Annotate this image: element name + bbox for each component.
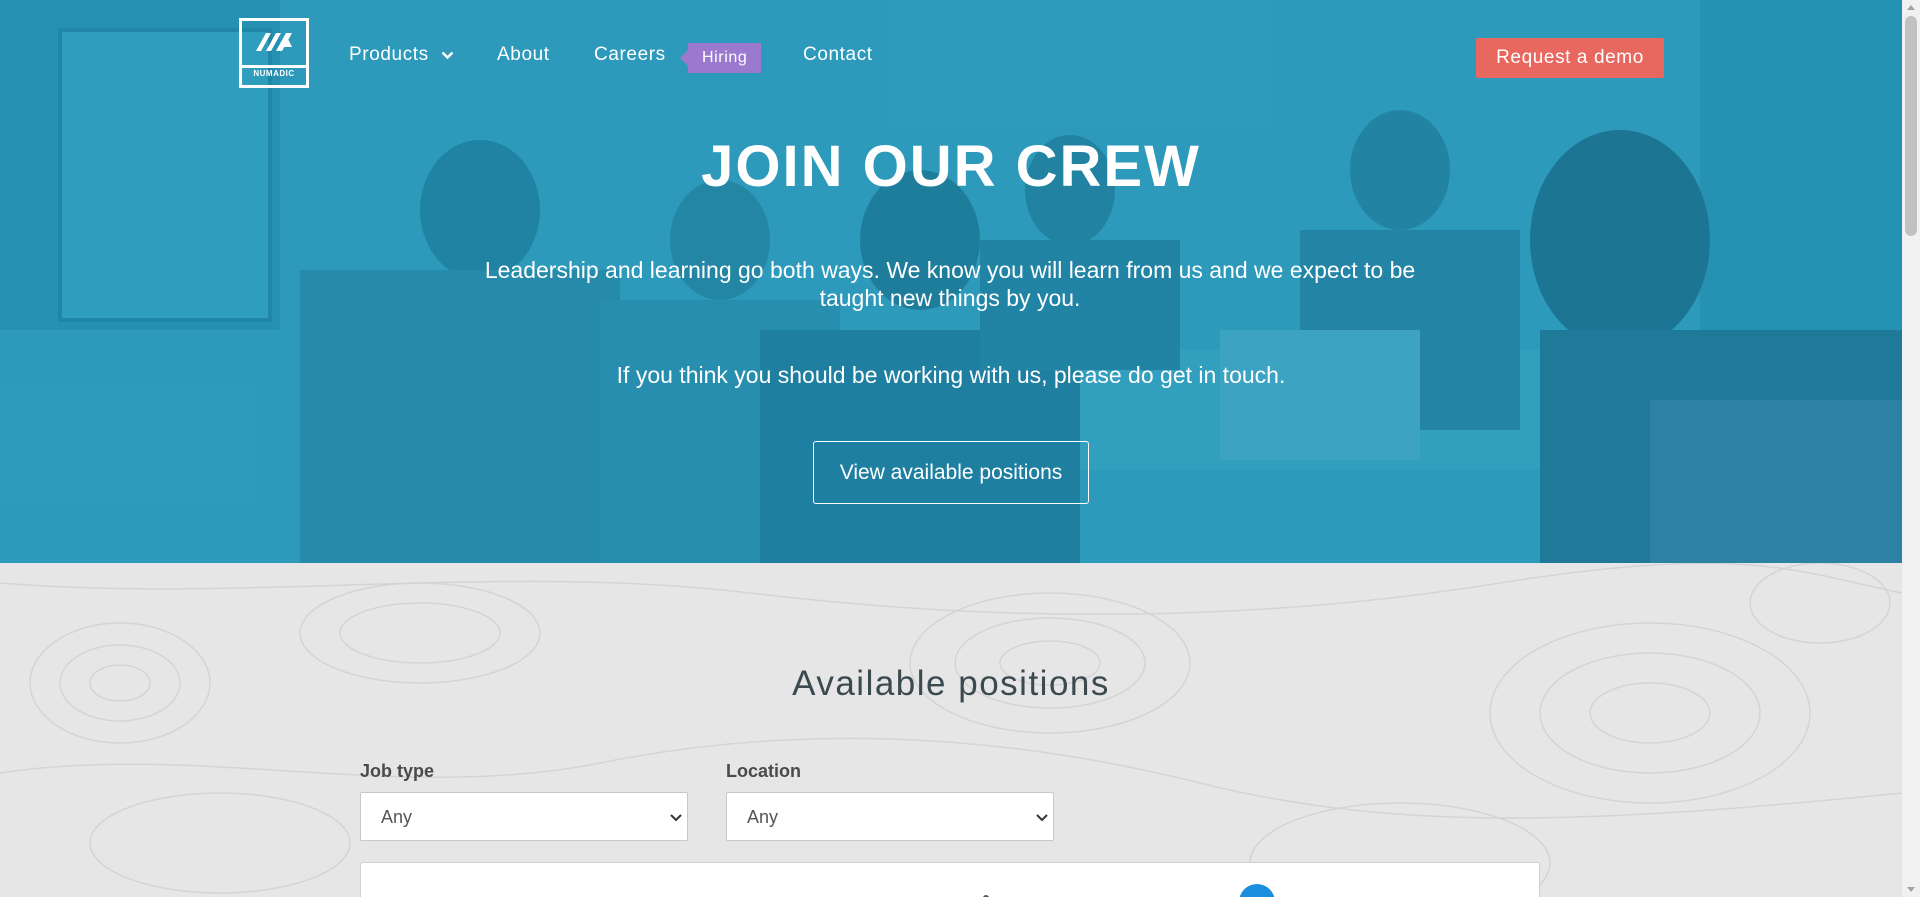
- location-value: Any: [747, 807, 779, 827]
- job-type-value: Any: [381, 807, 413, 827]
- job-type-label: Job type: [360, 761, 435, 781]
- location-label: Location: [726, 761, 801, 781]
- hero-subtitle: Leadership and learning go both ways. We…: [484, 257, 1416, 311]
- nav-products[interactable]: Products: [349, 44, 454, 66]
- dropdown-caret-icon: [669, 810, 683, 828]
- location-select[interactable]: Any: [726, 792, 1054, 841]
- numadic-logo[interactable]: NUMADIC: [239, 18, 309, 88]
- nav-products-label: Products: [349, 44, 429, 66]
- hero-section: NUMADIC Products About Careers Hiring Co…: [0, 0, 1902, 563]
- view-positions-button[interactable]: View available positions: [813, 441, 1089, 504]
- scrollbar-thumb[interactable]: [1905, 16, 1917, 236]
- hero-title: JOIN OUR CREW: [701, 134, 1201, 199]
- dropdown-caret-icon: [1035, 810, 1049, 828]
- numadic-logo-icon: [242, 21, 306, 68]
- hiring-badge[interactable]: Hiring: [679, 43, 762, 73]
- nav-contact[interactable]: Contact: [803, 44, 873, 66]
- positions-title: Available positions: [792, 664, 1110, 703]
- page-scrollbar[interactable]: [1902, 0, 1920, 897]
- job-card[interactable]: [360, 862, 1540, 897]
- logo-wordmark: NUMADIC: [253, 69, 295, 78]
- job-type-select[interactable]: Any: [360, 792, 688, 841]
- job-card-icon: [1239, 884, 1275, 897]
- request-demo-button[interactable]: Request a demo: [1476, 38, 1664, 78]
- topographic-background: [0, 563, 1902, 897]
- positions-section: Available positions Job type Location An…: [0, 563, 1902, 897]
- nav-careers[interactable]: Careers: [594, 44, 666, 66]
- nav-about[interactable]: About: [497, 44, 550, 66]
- chevron-down-icon: [441, 44, 454, 66]
- hero-subtitle-2: If you think you should be working with …: [616, 362, 1286, 388]
- scroll-up-arrow-icon[interactable]: [1907, 5, 1915, 10]
- scroll-down-arrow-icon[interactable]: [1907, 887, 1915, 892]
